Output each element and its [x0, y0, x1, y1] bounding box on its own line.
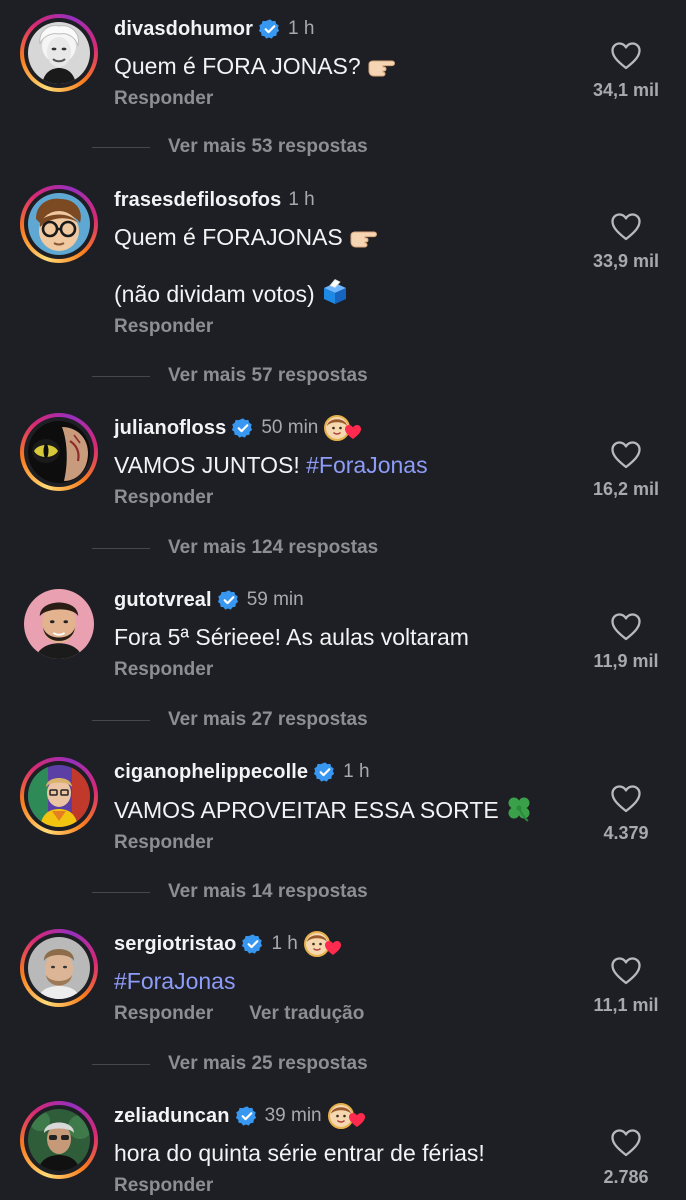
verified-badge-icon	[232, 417, 254, 439]
comment-text: Quem é FORA JONAS?	[114, 51, 574, 81]
timestamp: 59 min	[246, 589, 304, 610]
like-section: 11,1 mil	[566, 957, 686, 1016]
username[interactable]: ciganophelippecolle	[114, 761, 308, 784]
comment-text: #ForaJonas	[114, 966, 574, 996]
reply-button[interactable]: Responder	[114, 1175, 213, 1197]
timestamp: 1 h	[271, 933, 298, 954]
username[interactable]: sergiotristao	[114, 933, 236, 956]
timestamp: 50 min	[261, 417, 319, 438]
view-more-replies-label[interactable]: Ver mais 53 respostas	[168, 136, 368, 158]
view-more-replies-label[interactable]: Ver mais 57 respostas	[168, 365, 368, 387]
comment-text: VAMOS JUNTOS! #ForaJonas	[114, 452, 428, 478]
timestamp: 1 h	[288, 189, 315, 210]
hashtag-link[interactable]: #ForaJonas	[114, 968, 235, 994]
heart-icon[interactable]	[611, 441, 641, 469]
avatar[interactable]	[20, 585, 98, 663]
liked-by-creator-icon	[304, 930, 342, 958]
reply-button[interactable]: Responder	[114, 832, 213, 854]
like-section: 34,1 mil	[566, 42, 686, 101]
username[interactable]: gutotvreal	[114, 589, 212, 612]
timestamp: 1 h	[288, 18, 315, 39]
reply-button[interactable]: Responder	[114, 88, 213, 110]
hashtag-link[interactable]: #ForaJonas	[306, 452, 427, 478]
view-more-replies-label[interactable]: Ver mais 14 respostas	[168, 881, 368, 903]
view-more-replies[interactable]: Ver mais 57 respostas	[92, 361, 368, 391]
avatar-story-ring[interactable]	[20, 14, 98, 92]
avatar	[28, 193, 90, 255]
reply-button[interactable]: Responder	[114, 659, 213, 681]
username[interactable]: divasdohumor	[114, 18, 253, 41]
avatar	[28, 765, 90, 827]
like-section: 11,9 mil	[566, 613, 686, 672]
username[interactable]: julianofloss	[114, 417, 226, 440]
view-more-replies-label[interactable]: Ver mais 25 respostas	[168, 1053, 368, 1075]
view-more-replies[interactable]: Ver mais 25 respostas	[92, 1049, 368, 1079]
view-more-replies[interactable]: Ver mais 27 respostas	[92, 705, 368, 735]
avatar-story-ring[interactable]	[20, 1101, 98, 1179]
reply-button[interactable]: Responder	[114, 316, 213, 338]
like-count: 16,2 mil	[592, 479, 660, 499]
heart-icon[interactable]	[611, 42, 641, 70]
liked-by-creator-icon	[324, 414, 362, 442]
avatar-story-ring[interactable]	[20, 757, 98, 835]
verified-badge-icon	[218, 589, 240, 611]
avatar-story-ring[interactable]	[20, 413, 98, 491]
avatar	[28, 22, 90, 84]
comment-text-line-2: (não dividam votos)	[114, 278, 574, 309]
pointing-right-icon	[367, 56, 395, 78]
heart-icon[interactable]	[611, 785, 641, 813]
avatar	[28, 421, 90, 483]
like-section: 33,9 mil	[566, 213, 686, 272]
reply-button[interactable]: Responder	[114, 1003, 213, 1025]
like-count: 2.786	[603, 1167, 649, 1187]
view-more-replies[interactable]: Ver mais 124 respostas	[92, 533, 378, 563]
like-count: 11,9 mil	[593, 651, 659, 671]
heart-icon[interactable]	[611, 613, 641, 641]
comment-text: hora do quinta série entrar de férias!	[114, 1140, 485, 1166]
divider	[92, 891, 150, 893]
like-count: 33,9 mil	[592, 251, 660, 271]
comments-list: divasdohumor 1 h Quem é FORA JONAS? Resp…	[0, 0, 686, 1200]
ballot-box-icon	[321, 278, 349, 306]
avatar-image	[24, 589, 94, 659]
reply-button[interactable]: Responder	[114, 487, 213, 509]
comment-text: Quem é FORAJONAS	[114, 222, 574, 252]
pointing-right-icon	[349, 227, 377, 249]
timestamp: 39 min	[264, 1105, 322, 1126]
like-section: 4.379	[566, 785, 686, 844]
avatar	[28, 937, 90, 999]
username[interactable]: zeliaduncan	[114, 1105, 230, 1128]
view-more-replies[interactable]: Ver mais 14 respostas	[92, 877, 368, 907]
avatar-story-ring[interactable]	[20, 185, 98, 263]
like-count: 34,1 mil	[592, 80, 660, 100]
heart-icon[interactable]	[611, 1129, 641, 1157]
see-translation-button[interactable]: Ver tradução	[249, 1003, 364, 1025]
view-more-replies-label[interactable]: Ver mais 27 respostas	[168, 709, 368, 731]
view-more-replies-label[interactable]: Ver mais 124 respostas	[168, 537, 378, 559]
divider	[92, 1063, 150, 1065]
like-count: 11,1 mil	[593, 995, 659, 1015]
heart-icon[interactable]	[611, 957, 641, 985]
heart-icon[interactable]	[611, 213, 641, 241]
verified-badge-icon	[236, 1105, 258, 1127]
view-more-replies[interactable]: Ver mais 53 respostas	[92, 132, 368, 162]
comment-text: Fora 5ª Sérieee! As aulas voltaram	[114, 624, 469, 650]
verified-badge-icon	[242, 933, 264, 955]
divider	[92, 719, 150, 721]
divider	[92, 547, 150, 549]
avatar	[28, 1109, 90, 1171]
comment-text: VAMOS APROVEITAR ESSA SORTE	[114, 794, 574, 825]
avatar-story-ring[interactable]	[20, 929, 98, 1007]
verified-badge-icon	[259, 18, 281, 40]
like-section: 16,2 mil	[566, 441, 686, 500]
username[interactable]: frasesdefilosofos	[114, 189, 281, 212]
verified-badge-icon	[314, 761, 336, 783]
like-count: 4.379	[603, 823, 649, 843]
divider	[92, 375, 150, 377]
four-leaf-clover-icon	[505, 794, 533, 822]
like-section: 2.786	[566, 1129, 686, 1188]
liked-by-creator-icon	[328, 1102, 366, 1130]
timestamp: 1 h	[343, 761, 370, 782]
divider	[92, 146, 150, 148]
